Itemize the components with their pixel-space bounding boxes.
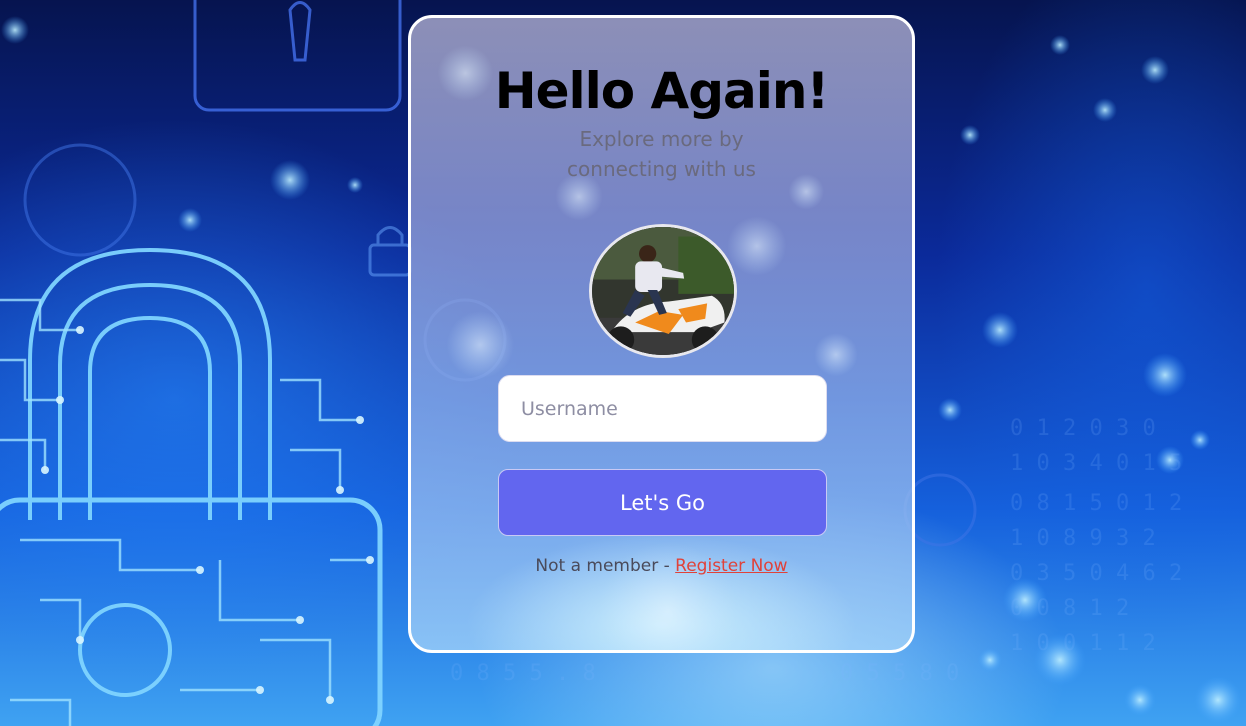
svg-text:1 0 0 1 1 2: 1 0 0 1 1 2 [1010,631,1156,656]
subtitle-line-1: Explore more by [579,127,744,151]
padlock-icon [0,247,383,726]
subtitle: Explore more by connecting with us [411,124,912,184]
lets-go-button[interactable]: Let's Go [498,469,827,536]
user-profile-photo-icon [592,227,734,355]
circuit-traces [0,298,370,726]
svg-text:0 8 1 5 0 1 2: 0 8 1 5 0 1 2 [1010,491,1182,516]
register-prompt: Not a member - Register Now [411,556,912,576]
avatar [589,224,737,358]
svg-text:0 5 5 8 0: 0 5 5 8 0 [840,661,959,686]
login-card: Hello Again! Explore more by connecting … [408,15,915,653]
svg-text:0 0 8 1 2: 0 0 8 1 2 [1010,596,1129,621]
register-now-link[interactable]: Register Now [675,556,787,576]
username-input[interactable] [498,375,827,442]
svg-text:0 1 2 0 3 0: 0 1 2 0 3 0 [1010,416,1156,441]
svg-text:1 0 3 4 0 1 5: 1 0 3 4 0 1 5 [1010,451,1182,476]
subtitle-line-2: connecting with us [567,157,756,181]
svg-text:0 3 5 0 4 6 2: 0 3 5 0 4 6 2 [1010,561,1182,586]
svg-text:0 8 5 5 . 8: 0 8 5 5 . 8 [450,661,596,686]
svg-text:1 0 8 9 3 2: 1 0 8 9 3 2 [1010,526,1156,551]
not-a-member-text: Not a member - [535,556,676,576]
page-title: Hello Again! [494,62,830,120]
